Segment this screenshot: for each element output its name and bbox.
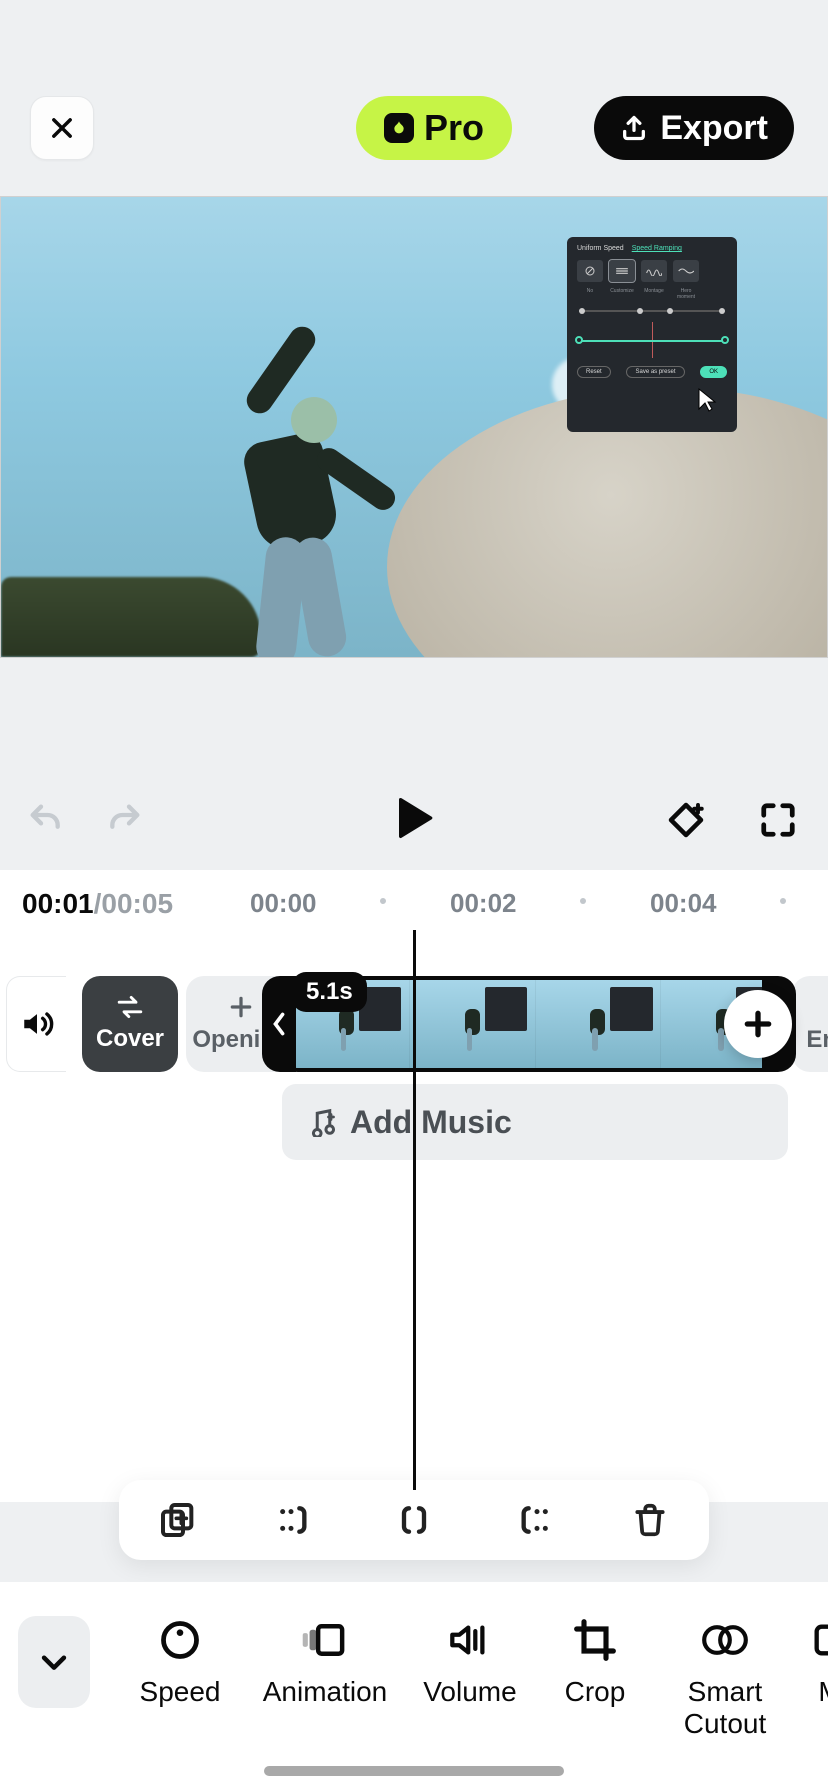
tool-more-label: M (818, 1676, 828, 1708)
cursor-icon (697, 387, 717, 413)
swap-icon (115, 995, 145, 1019)
add-music-label: Add Music (350, 1104, 512, 1141)
add-keyframe-button[interactable] (662, 796, 710, 844)
playhead[interactable] (413, 930, 416, 1490)
home-indicator (264, 1766, 564, 1776)
fullscreen-icon (759, 801, 797, 839)
cover-label: Cover (96, 1025, 164, 1053)
ruler-dot-icon (780, 898, 786, 904)
split-icon (394, 1500, 434, 1540)
delete-clip-button[interactable] (622, 1492, 678, 1548)
undo-button[interactable] (22, 796, 70, 844)
tool-more-partial[interactable]: M (800, 1616, 828, 1708)
trim-right-icon (512, 1500, 552, 1540)
more-icon (810, 1618, 828, 1662)
duplicate-icon (158, 1500, 198, 1540)
clip-duration-badge: 5.1s (292, 972, 367, 1012)
top-bar: Pro Export (0, 96, 828, 160)
overlay-opt-hero-label: Hero moment (673, 288, 699, 300)
preview-subject (191, 317, 391, 657)
overlay-opt-no-icon (577, 260, 603, 282)
tool-animation[interactable]: Animation (250, 1616, 400, 1708)
clip-action-bar (119, 1480, 709, 1560)
volume-icon (447, 1618, 493, 1662)
volume-icon (20, 1007, 54, 1041)
pro-badge-icon (384, 113, 414, 143)
music-note-icon (306, 1107, 336, 1137)
export-button[interactable]: Export (594, 96, 794, 160)
tool-speed-label: Speed (140, 1676, 221, 1708)
tool-smart-cutout[interactable]: Smart Cutout (660, 1616, 790, 1740)
tool-smart-cutout-label: Smart Cutout (684, 1676, 767, 1740)
playback-controls (0, 790, 828, 850)
ruler-tick: 00:04 (650, 888, 717, 919)
bottom-toolbar: Speed Animation Volume Crop Smart Cutout… (0, 1582, 828, 1792)
ruler-dot-icon (580, 898, 586, 904)
redo-button[interactable] (100, 796, 148, 844)
close-icon (48, 114, 76, 142)
track-mute-button[interactable] (6, 976, 66, 1072)
duplicate-clip-button[interactable] (150, 1492, 206, 1548)
trash-icon (631, 1501, 669, 1539)
video-preview[interactable]: Uniform Speed Speed Ramping No Customize… (0, 196, 828, 658)
add-ending-button[interactable]: Ending (792, 976, 828, 1072)
timeline-panel: 00:01/00:05 00:00 00:02 00:04 Cover Open… (0, 870, 828, 1502)
overlay-ok-button: OK (700, 366, 727, 378)
tool-volume-label: Volume (423, 1676, 516, 1708)
ruler-tick: 00:00 (250, 888, 317, 919)
plus-icon (228, 994, 254, 1020)
overlay-opt-hero-icon (673, 260, 699, 282)
undo-icon (26, 800, 66, 840)
editor-root: Pro Export Uniform Speed Speed Ramping (0, 0, 828, 1792)
chevron-down-icon (37, 1645, 71, 1679)
speed-icon (158, 1618, 202, 1662)
pro-label: Pro (424, 107, 484, 149)
smart-cutout-icon (701, 1618, 749, 1662)
pro-button[interactable]: Pro (356, 96, 512, 160)
overlay-opt-montage-label: Montage (641, 288, 667, 300)
overlay-opt-montage-icon (641, 260, 667, 282)
chevron-left-icon (271, 1012, 287, 1036)
plus-icon (742, 1008, 774, 1040)
trim-right-button[interactable] (504, 1492, 560, 1548)
collapse-toolbar-button[interactable] (18, 1616, 90, 1708)
overlay-opt-customize-label: Customize (609, 288, 635, 300)
tool-crop-label: Crop (565, 1676, 626, 1708)
play-icon (394, 796, 434, 840)
ruler-tick: 00:02 (450, 888, 517, 919)
close-button[interactable] (30, 96, 94, 160)
overlay-save-preset-button: Save as preset (626, 366, 684, 378)
add-music-button[interactable]: Add Music (282, 1084, 788, 1160)
crop-icon (573, 1618, 617, 1662)
tool-speed[interactable]: Speed (120, 1616, 240, 1708)
overlay-reset-button: Reset (577, 366, 611, 378)
export-label: Export (660, 109, 768, 148)
fullscreen-button[interactable] (754, 796, 802, 844)
overlay-graph-area (579, 322, 725, 358)
set-cover-button[interactable]: Cover (82, 976, 178, 1072)
ending-label: Ending (806, 1026, 828, 1054)
clip-trim-handle-left[interactable] (262, 976, 296, 1072)
overlay-opt-customize-icon (609, 260, 635, 282)
trim-left-button[interactable] (268, 1492, 324, 1548)
timeline-ruler[interactable]: 00:00 00:02 00:04 (0, 888, 828, 920)
overlay-tab-ramping: Speed Ramping (632, 245, 682, 252)
split-clip-button[interactable] (386, 1492, 442, 1548)
export-icon (620, 114, 648, 142)
redo-icon (104, 800, 144, 840)
tool-animation-label: Animation (263, 1676, 388, 1708)
keyframe-icon (665, 799, 707, 841)
play-button[interactable] (386, 790, 442, 846)
tool-volume[interactable]: Volume (410, 1616, 530, 1708)
overlay-range-slider (579, 310, 725, 312)
tool-crop[interactable]: Crop (540, 1616, 650, 1708)
add-clip-button[interactable] (724, 990, 792, 1058)
trim-left-icon (276, 1500, 316, 1540)
ruler-dot-icon (380, 898, 386, 904)
overlay-tab-uniform: Uniform Speed (577, 245, 624, 252)
overlay-opt-no-label: No (577, 288, 603, 300)
animation-icon (301, 1618, 349, 1662)
